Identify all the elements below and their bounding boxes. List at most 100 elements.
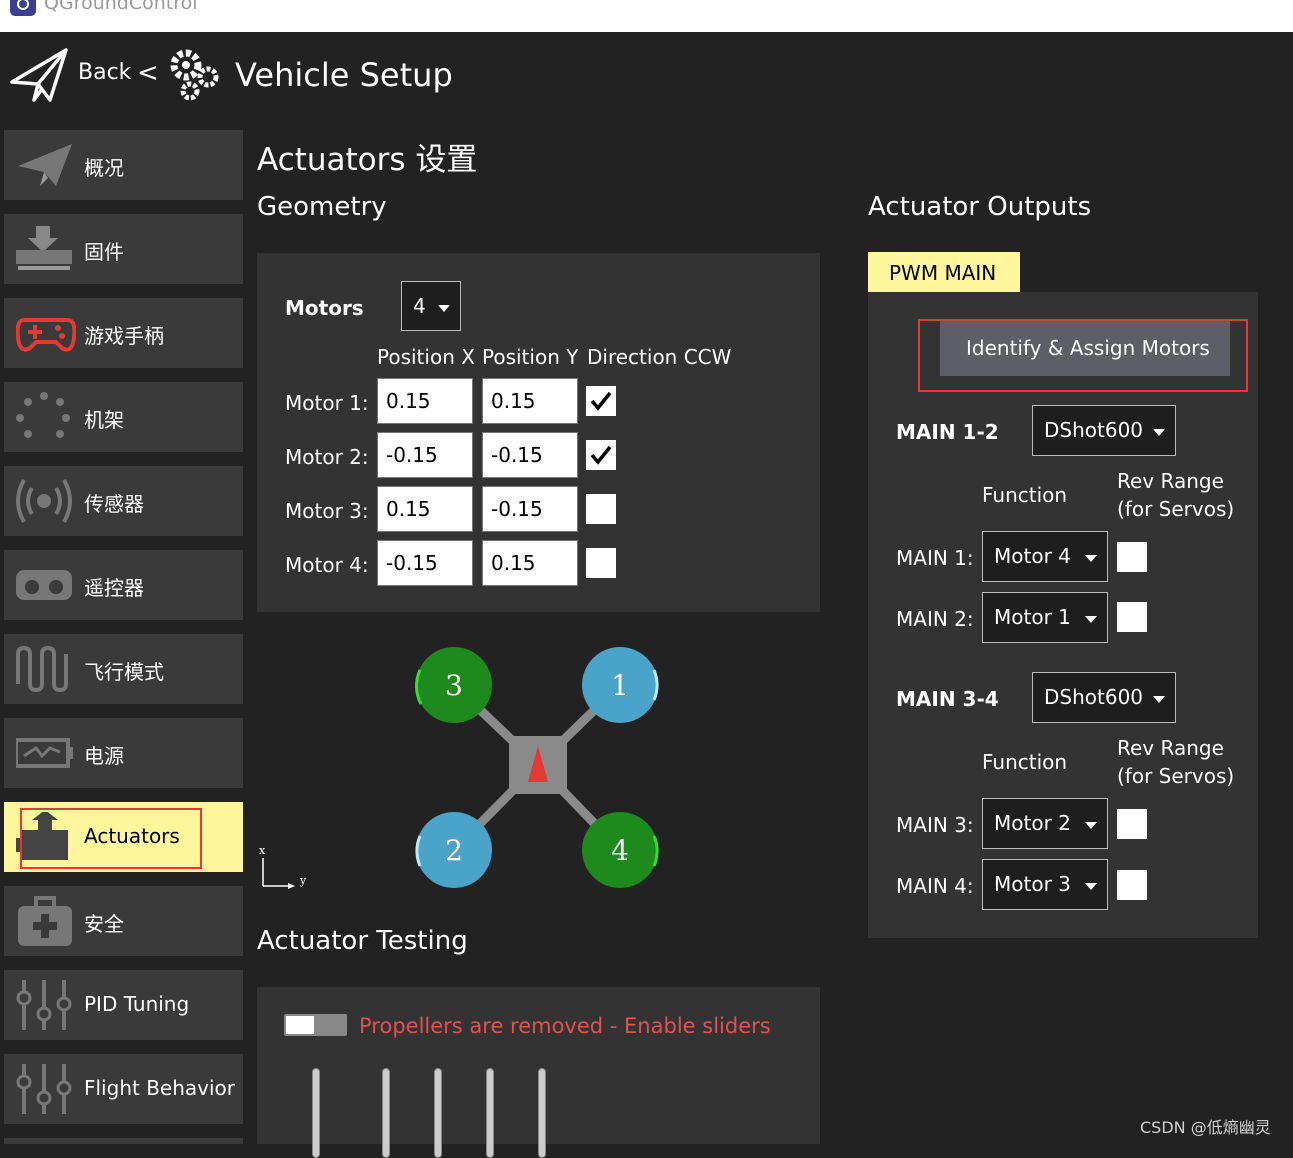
rev-range-header: Rev Range xyxy=(1117,736,1224,760)
motor-3-circle: 3 xyxy=(414,647,492,723)
motor4-position-y-input[interactable] xyxy=(482,540,578,586)
sidebar-item-summary[interactable]: 概况 xyxy=(4,130,243,200)
main-3-rev-range-checkbox[interactable] xyxy=(1117,809,1147,839)
frame-icon xyxy=(16,392,76,442)
identify-highlight-box xyxy=(918,319,1248,392)
tab-pwm-main[interactable]: PWM MAIN xyxy=(868,252,1020,292)
main-2-function-dropdown[interactable]: Motor 1 xyxy=(982,592,1108,643)
sidebar-item-label: Flight Behavior xyxy=(84,1076,235,1100)
sliders-icon xyxy=(16,976,76,1034)
sidebar-item-power[interactable]: 电源 xyxy=(4,718,243,788)
actuators-highlight-box xyxy=(20,808,202,869)
motor-row-label: Motor 4: xyxy=(285,553,369,577)
actuator-testing-title: Actuator Testing xyxy=(257,926,468,956)
sidebar-item-firmware[interactable]: 固件 xyxy=(4,214,243,284)
motors-count-value: 4 xyxy=(413,294,426,318)
motor-3-number: 3 xyxy=(445,669,463,702)
actuator-slider[interactable] xyxy=(382,1068,390,1158)
motor3-position-x-input[interactable] xyxy=(377,486,473,532)
main-2-rev-range-checkbox[interactable] xyxy=(1117,602,1147,632)
sidebar-item-airframe[interactable]: 机架 xyxy=(4,382,243,452)
main-1-label: MAIN 1: xyxy=(896,546,974,570)
sidebar-item-label: 安全 xyxy=(84,912,124,936)
sidebar-item-radio[interactable]: 遥控器 xyxy=(4,550,243,620)
main-3-4-protocol-value: DShot600 xyxy=(1044,685,1144,709)
axis-x-label: x xyxy=(259,844,266,857)
battery-icon xyxy=(14,728,76,778)
function-header: Function xyxy=(982,750,1068,774)
motors-count-dropdown[interactable]: 4 xyxy=(401,281,461,331)
col-position-x: Position X xyxy=(377,345,475,369)
motor-1-circle: 1 xyxy=(582,647,659,723)
page-header-title: Vehicle Setup xyxy=(235,56,453,94)
sidebar-item-safety[interactable]: 安全 xyxy=(4,886,243,956)
motor4-position-x-input[interactable] xyxy=(377,540,473,586)
enable-sliders-toggle[interactable] xyxy=(284,1014,347,1036)
actuator-slider[interactable] xyxy=(486,1068,494,1158)
sidebar-item-joystick[interactable]: 游戏手柄 xyxy=(4,298,243,368)
main-3-function-dropdown[interactable]: Motor 2 xyxy=(982,798,1108,849)
motor4-ccw-checkbox[interactable] xyxy=(586,548,616,578)
motor3-ccw-checkbox[interactable] xyxy=(586,494,616,524)
back-plane-icon[interactable] xyxy=(8,44,70,106)
rev-range-header-sub: (for Servos) xyxy=(1117,497,1235,521)
sidebar-item-label: 固件 xyxy=(84,240,124,264)
download-icon xyxy=(16,224,76,274)
motor2-position-y-input[interactable] xyxy=(482,432,578,478)
safety-icon xyxy=(16,896,76,946)
motor2-ccw-checkbox[interactable] xyxy=(586,440,616,470)
sidebar-item-label: 传感器 xyxy=(84,492,144,516)
sidebar-item-flight-modes[interactable]: 飞行模式 xyxy=(4,634,243,704)
main-4-function-dropdown[interactable]: Motor 3 xyxy=(982,859,1108,910)
main-1-function-dropdown[interactable]: Motor 4 xyxy=(982,531,1108,582)
motor1-position-x-input[interactable] xyxy=(377,378,473,424)
main-1-2-protocol-value: DShot600 xyxy=(1044,418,1144,442)
axis-y-label: y xyxy=(299,874,307,887)
radio-icon xyxy=(16,560,76,610)
rev-range-header-sub: (for Servos) xyxy=(1117,764,1235,788)
page-title: Actuators 设置 xyxy=(257,142,478,178)
watermark: CSDN @低熵幽灵 xyxy=(1140,1118,1271,1137)
motor1-ccw-checkbox[interactable] xyxy=(586,386,616,416)
sensor-icon xyxy=(16,476,76,526)
function-header: Function xyxy=(982,483,1068,507)
propellers-warning: Propellers are removed - Enable sliders xyxy=(359,1014,771,1038)
actuator-slider[interactable] xyxy=(538,1068,546,1158)
main-1-2-protocol-dropdown[interactable]: DShot600 xyxy=(1032,405,1176,456)
actuator-slider[interactable] xyxy=(312,1068,320,1158)
chevron-down-icon xyxy=(1085,822,1097,829)
col-position-y: Position Y xyxy=(482,345,579,369)
axis-indicator: x y xyxy=(259,844,307,889)
chevron-down-icon xyxy=(1153,696,1165,703)
motor3-position-y-input[interactable] xyxy=(482,486,578,532)
main-3-4-label: MAIN 3-4 xyxy=(896,687,999,711)
sidebar-item-flight-behavior[interactable]: Flight Behavior xyxy=(4,1054,243,1124)
motor1-position-y-input[interactable] xyxy=(482,378,578,424)
motor-1-number: 1 xyxy=(611,669,629,702)
motor-2-number: 2 xyxy=(445,834,463,867)
chevron-down-icon xyxy=(438,305,450,312)
vehicle-geometry-diagram: 3 1 2 4 x y xyxy=(259,647,659,889)
main-4-label: MAIN 4: xyxy=(896,874,974,898)
back-button[interactable]: Back xyxy=(78,60,131,85)
main-1-2-label: MAIN 1-2 xyxy=(896,420,999,444)
sidebar-item-label: 飞行模式 xyxy=(84,660,164,684)
main-4-function-value: Motor 3 xyxy=(994,872,1071,896)
sidebar-item-sensors[interactable]: 传感器 xyxy=(4,466,243,536)
sidebar-item-label: 概况 xyxy=(84,156,124,180)
main-4-rev-range-checkbox[interactable] xyxy=(1117,870,1147,900)
paper-plane-icon xyxy=(16,140,76,190)
main-3-function-value: Motor 2 xyxy=(994,811,1071,835)
main-3-4-protocol-dropdown[interactable]: DShot600 xyxy=(1032,672,1176,723)
os-title-bar: QGroundControl xyxy=(0,0,1293,32)
motor-4-number: 4 xyxy=(611,834,629,867)
actuator-slider[interactable] xyxy=(434,1068,442,1158)
motor2-position-x-input[interactable] xyxy=(377,432,473,478)
chevron-down-icon xyxy=(1085,883,1097,890)
sidebar-item-pid-tuning[interactable]: PID Tuning xyxy=(4,970,243,1040)
chevron-down-icon xyxy=(1085,555,1097,562)
actuator-outputs-title: Actuator Outputs xyxy=(868,192,1092,222)
chevron-down-icon xyxy=(1153,429,1165,436)
main-1-rev-range-checkbox[interactable] xyxy=(1117,542,1147,572)
sidebar-item-label: PID Tuning xyxy=(84,992,190,1016)
